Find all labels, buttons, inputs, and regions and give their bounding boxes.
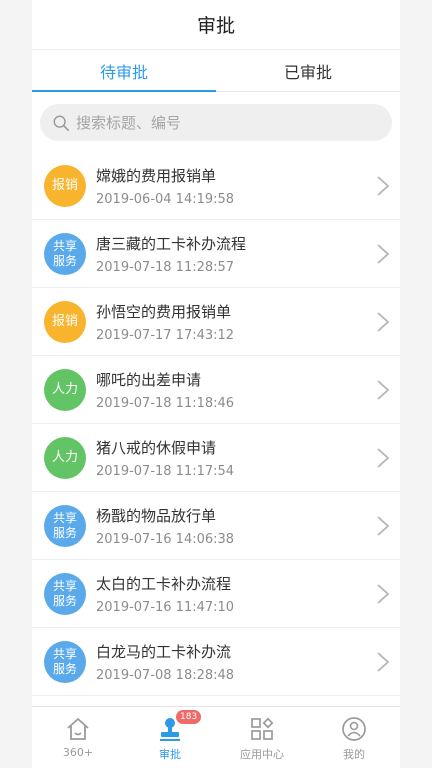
item-time: 2019-07-08 18:28:48 [96,667,235,683]
bottom-tab-bar: 360+ 183 审批 应用中心 我的 [32,706,400,768]
category-badge: 人力 [44,368,86,411]
chevron-right-icon [377,583,390,604]
tab-approval-label: 审批 [159,748,181,761]
item-title: 猪八戒的休假申请 [96,438,217,457]
tab-me[interactable]: 我的 [308,707,400,768]
tab-bar-top: 待审批 已审批 [32,50,400,92]
item-time: 2019-07-18 11:28:57 [96,259,235,275]
item-title: 孙悟空的费用报销单 [96,302,232,321]
home-icon [67,718,89,740]
item-title: 杨戬的物品放行单 [96,506,217,525]
approval-item[interactable]: 人力 哪吒的出差申请 2019-07-18 11:18:46 [32,356,400,424]
app-frame: 审批 待审批 已审批 报销嫦娥的费用报销单2019-06-04 14:19:58… [0,0,432,768]
approval-count-badge: 183 [176,710,202,724]
item-text: 唐三藏的工卡补办流程 2019-07-18 11:28:57 [96,233,376,275]
item-time: 2019-07-18 11:18:46 [96,395,235,411]
item-title: 太白的工卡补办流程 [96,574,232,593]
category-badge: 报销 [44,300,86,343]
approval-list: 报销 嫦娥的费用报销单 2019-06-04 14:19:58 共享服务 唐三藏的工卡补… [32,152,400,706]
user-icon [342,717,366,741]
search-box[interactable] [40,104,392,141]
header: 审批 [32,0,400,50]
item-text: 嫦娥的费用报销单 2019-06-04 14:19:58 [96,165,376,207]
tab-me-label: 我的 [343,748,365,761]
tab-approval[interactable]: 183 审批 [124,707,216,768]
chevron-right-icon [377,175,390,196]
app-grid-icon [251,717,274,740]
item-title: 哪吒的出差申请 [96,370,202,389]
approval-page: 审批 待审批 已审批 报销嫦娥的费用报销单2019-06-04 14:19:58… [32,0,400,768]
approval-item[interactable]: 报销 孙悟空的费用报销单 2019-07-17 17:43:12 [32,288,400,356]
page-title: 审批 [196,15,235,37]
approval-item[interactable]: 共享服务 白龙马的工卡补办流 2019-07-08 18:28:48 [32,628,400,696]
chevron-right-icon [377,447,390,468]
category-badge: 报销 [44,164,86,207]
tab-home-label: 360+ [62,746,94,759]
item-text: 孙悟空的费用报销单 2019-07-17 17:43:12 [96,301,376,343]
category-badge: 人力 [44,436,86,479]
item-text: 白龙马的工卡补办流 2019-07-08 18:28:48 [96,641,376,683]
item-title: 唐三藏的工卡补办流程 [96,234,247,253]
chevron-right-icon [377,379,390,400]
right-margin [400,0,432,768]
tab-apps-label: 应用中心 [240,748,284,761]
chevron-right-icon [377,515,390,536]
tab-pending[interactable]: 待审批 [32,50,216,92]
item-time: 2019-07-17 17:43:12 [96,327,235,343]
approval-item[interactable]: 人力 猪八戒的休假申请 2019-07-18 11:17:54 [32,424,400,492]
approval-item[interactable]: 报销 嫦娥的费用报销单 2019-06-04 14:19:58 [32,152,400,220]
chevron-right-icon [377,243,390,264]
tab-apps[interactable]: 应用中心 [216,707,308,768]
category-badge: 共享服务 [44,640,86,683]
item-time: 2019-07-18 11:17:54 [96,463,235,479]
item-time: 2019-07-16 11:47:10 [96,599,235,615]
item-time: 2019-06-04 14:19:58 [96,191,235,207]
category-badge: 共享服务 [44,504,86,547]
approval-item[interactable]: 共享服务 唐三藏的工卡补办流程 2019-07-18 11:28:57 [32,220,400,288]
search-input[interactable] [76,113,356,132]
category-badge: 共享服务 [44,572,86,615]
item-text: 哪吒的出差申请 2019-07-18 11:18:46 [96,369,376,411]
chevron-right-icon [377,311,390,332]
search-bar [32,92,400,151]
chevron-right-icon [377,651,390,672]
item-time: 2019-07-16 14:06:38 [96,531,235,547]
search-icon [53,115,70,131]
item-text: 杨戬的物品放行单 2019-07-16 14:06:38 [96,505,376,547]
item-text: 猪八戒的休假申请 2019-07-18 11:17:54 [96,437,376,479]
left-margin [0,0,32,768]
approval-item[interactable]: 共享服务 太白的工卡补办流程 2019-07-16 11:47:10 [32,560,400,628]
tab-approved[interactable]: 已审批 [216,50,400,91]
item-title: 白龙马的工卡补办流 [96,642,232,661]
item-title: 嫦娥的费用报销单 [96,166,217,185]
approval-item[interactable]: 共享服务 杨戬的物品放行单 2019-07-16 14:06:38 [32,492,400,560]
category-badge: 共享服务 [44,232,86,275]
item-text: 太白的工卡补办流程 2019-07-16 11:47:10 [96,573,376,615]
tab-home[interactable]: 360+ [32,707,124,768]
